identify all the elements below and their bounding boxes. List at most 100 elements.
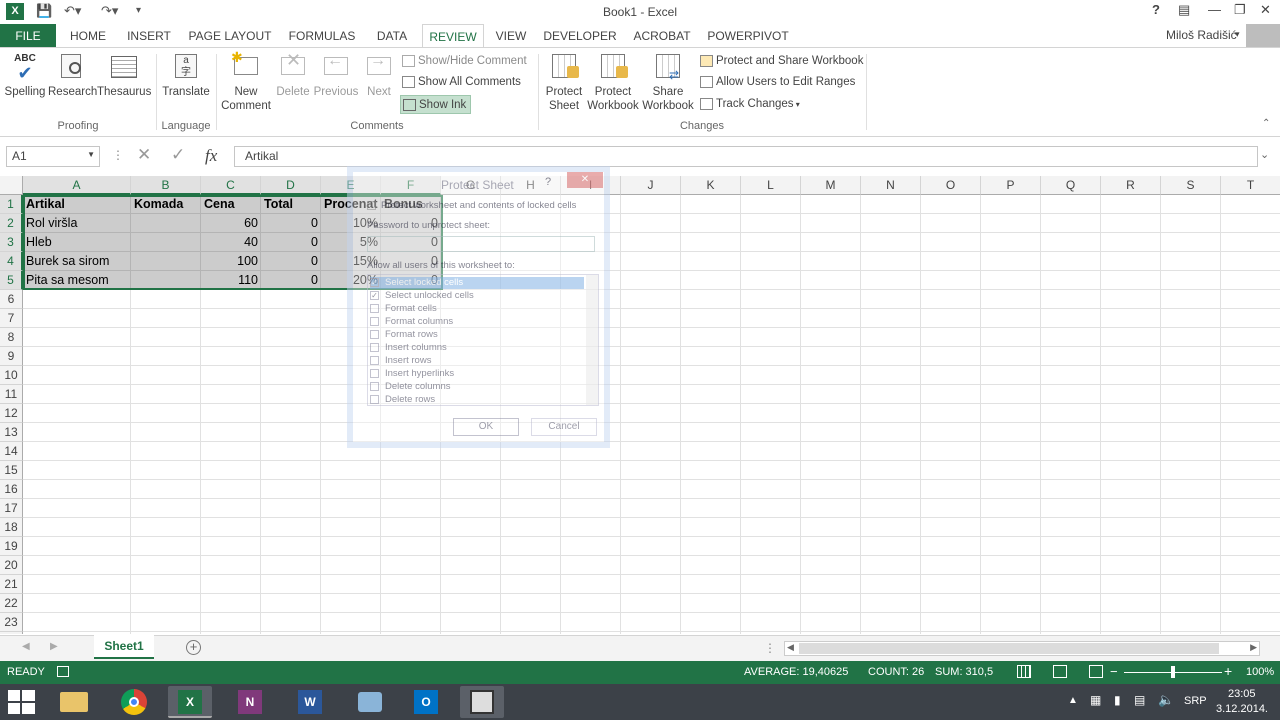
- row-header[interactable]: 3: [0, 233, 23, 252]
- cell[interactable]: Komada: [131, 195, 201, 214]
- chrome-icon[interactable]: [112, 686, 156, 718]
- enter-icon[interactable]: ✓: [171, 145, 185, 165]
- allow-users-edit-ranges-button[interactable]: Allow Users to Edit Ranges: [698, 73, 855, 92]
- column-header[interactable]: J: [621, 176, 681, 195]
- zoom-level[interactable]: 100%: [1246, 666, 1274, 678]
- checkbox[interactable]: [370, 394, 379, 404]
- scroll-thumb[interactable]: [799, 643, 1219, 654]
- row-header[interactable]: 16: [0, 480, 23, 499]
- cell[interactable]: Cena: [201, 195, 261, 214]
- next-comment-button[interactable]: → Next: [362, 52, 396, 99]
- row-header[interactable]: 8: [0, 328, 23, 347]
- column-header[interactable]: Q: [1041, 176, 1101, 195]
- new-comment-button[interactable]: ✱ New Comment: [220, 50, 272, 113]
- row-header[interactable]: 19: [0, 537, 23, 556]
- row-header[interactable]: 11: [0, 385, 23, 404]
- cell[interactable]: 40: [201, 233, 261, 252]
- cancel-button[interactable]: Cancel: [531, 418, 597, 436]
- insert-function-icon[interactable]: fx: [205, 146, 217, 166]
- column-header[interactable]: P: [981, 176, 1041, 195]
- collapse-ribbon-icon[interactable]: ⌃: [1262, 118, 1270, 129]
- share-workbook-button[interactable]: ⇄ Share Workbook: [641, 52, 695, 113]
- row-header[interactable]: 6: [0, 290, 23, 309]
- row-header[interactable]: 22: [0, 594, 23, 613]
- cell[interactable]: Artikal: [23, 195, 131, 214]
- start-button[interactable]: [8, 690, 36, 714]
- zoom-out-button[interactable]: −: [1110, 664, 1118, 679]
- tab-page-layout[interactable]: PAGE LAYOUT: [186, 24, 274, 48]
- scroll-sheets-left-icon[interactable]: ◀: [22, 641, 30, 652]
- checkbox[interactable]: [370, 381, 379, 391]
- scroll-right-icon[interactable]: ▶: [1250, 642, 1257, 653]
- spelling-button[interactable]: ABC ✔ Spelling: [4, 52, 46, 99]
- row-header[interactable]: 15: [0, 461, 23, 480]
- row-header[interactable]: 24: [0, 632, 23, 634]
- cell[interactable]: [131, 233, 201, 252]
- wifi-icon[interactable]: ▤: [1134, 693, 1145, 707]
- user-name[interactable]: Miloš Radišić: [1166, 28, 1237, 42]
- normal-view-icon[interactable]: [1017, 665, 1031, 678]
- protect-checkbox[interactable]: [367, 201, 376, 210]
- clock-time[interactable]: 23:05: [1228, 688, 1256, 700]
- research-button[interactable]: Research: [48, 52, 97, 99]
- expand-formula-bar-icon[interactable]: ⌄: [1260, 148, 1269, 161]
- row-header[interactable]: 2: [0, 214, 23, 233]
- row-header[interactable]: 13: [0, 423, 23, 442]
- show-ink-button[interactable]: Show Ink: [400, 95, 472, 114]
- tab-home[interactable]: HOME: [64, 24, 112, 48]
- row-header[interactable]: 17: [0, 499, 23, 518]
- power-icon[interactable]: ▮: [1114, 693, 1121, 707]
- help-button[interactable]: ?: [1152, 2, 1160, 17]
- word-icon[interactable]: W: [288, 686, 332, 718]
- cell[interactable]: 60: [201, 214, 261, 233]
- cell[interactable]: Rol viršla: [23, 214, 131, 233]
- list-scrollbar[interactable]: [586, 275, 598, 405]
- column-header[interactable]: C: [201, 176, 261, 195]
- checkbox[interactable]: [370, 355, 379, 365]
- scroll-sheets-right-icon[interactable]: ▶: [50, 641, 58, 652]
- column-header[interactable]: O: [921, 176, 981, 195]
- row-header[interactable]: 5: [0, 271, 23, 290]
- column-header[interactable]: T: [1221, 176, 1280, 195]
- checkbox[interactable]: [370, 303, 379, 313]
- permission-option[interactable]: ✓ Select unlocked cells: [370, 290, 584, 302]
- dialog-help-button[interactable]: ?: [545, 176, 551, 188]
- ok-button[interactable]: OK: [453, 418, 519, 436]
- protect-sheet-button[interactable]: Protect Sheet: [542, 52, 586, 113]
- checkbox[interactable]: ✓: [370, 290, 379, 300]
- cell[interactable]: [131, 214, 201, 233]
- zoom-slider-thumb[interactable]: [1171, 666, 1175, 678]
- cell[interactable]: Hleb: [23, 233, 131, 252]
- permissions-list[interactable]: ✓ Select locked cells ✓ Select unlocked cel…: [367, 274, 599, 406]
- cell[interactable]: 0: [261, 252, 321, 271]
- permission-option[interactable]: Delete rows: [370, 394, 584, 405]
- row-header[interactable]: 14: [0, 442, 23, 461]
- row-header[interactable]: 21: [0, 575, 23, 594]
- cell[interactable]: 0: [261, 271, 321, 290]
- cell[interactable]: Burek sa sirom: [23, 252, 131, 271]
- cell[interactable]: [131, 271, 201, 290]
- column-header[interactable]: D: [261, 176, 321, 195]
- checkbox[interactable]: ✓: [370, 277, 379, 287]
- cancel-entry-icon[interactable]: ✕: [137, 145, 151, 165]
- zoom-in-button[interactable]: +: [1224, 663, 1232, 679]
- minimize-icon[interactable]: —: [1208, 2, 1221, 17]
- delete-comment-button[interactable]: ✕ Delete: [274, 51, 312, 99]
- cell[interactable]: [131, 252, 201, 271]
- column-header[interactable]: L: [741, 176, 801, 195]
- permission-option[interactable]: Insert columns: [370, 342, 584, 354]
- tab-acrobat[interactable]: ACROBAT: [630, 24, 694, 48]
- tab-data[interactable]: DATA: [370, 24, 414, 48]
- tab-powerpivot[interactable]: POWERPIVOT: [704, 24, 792, 48]
- tab-developer[interactable]: DEVELOPER: [540, 24, 620, 48]
- cell[interactable]: 100: [201, 252, 261, 271]
- cell[interactable]: 110: [201, 271, 261, 290]
- column-header[interactable]: N: [861, 176, 921, 195]
- sheet-tab-sheet1[interactable]: Sheet1: [94, 635, 154, 659]
- track-changes-button[interactable]: Track Changes ▾: [698, 95, 800, 114]
- screen-recorder-icon[interactable]: [460, 686, 504, 718]
- permission-option[interactable]: Insert rows: [370, 355, 584, 367]
- previous-comment-button[interactable]: ← Previous: [312, 52, 360, 99]
- row-header[interactable]: 12: [0, 404, 23, 423]
- protect-sheet-dialog[interactable]: Protect Sheet ? ✕ Protect worksheet and …: [347, 166, 610, 448]
